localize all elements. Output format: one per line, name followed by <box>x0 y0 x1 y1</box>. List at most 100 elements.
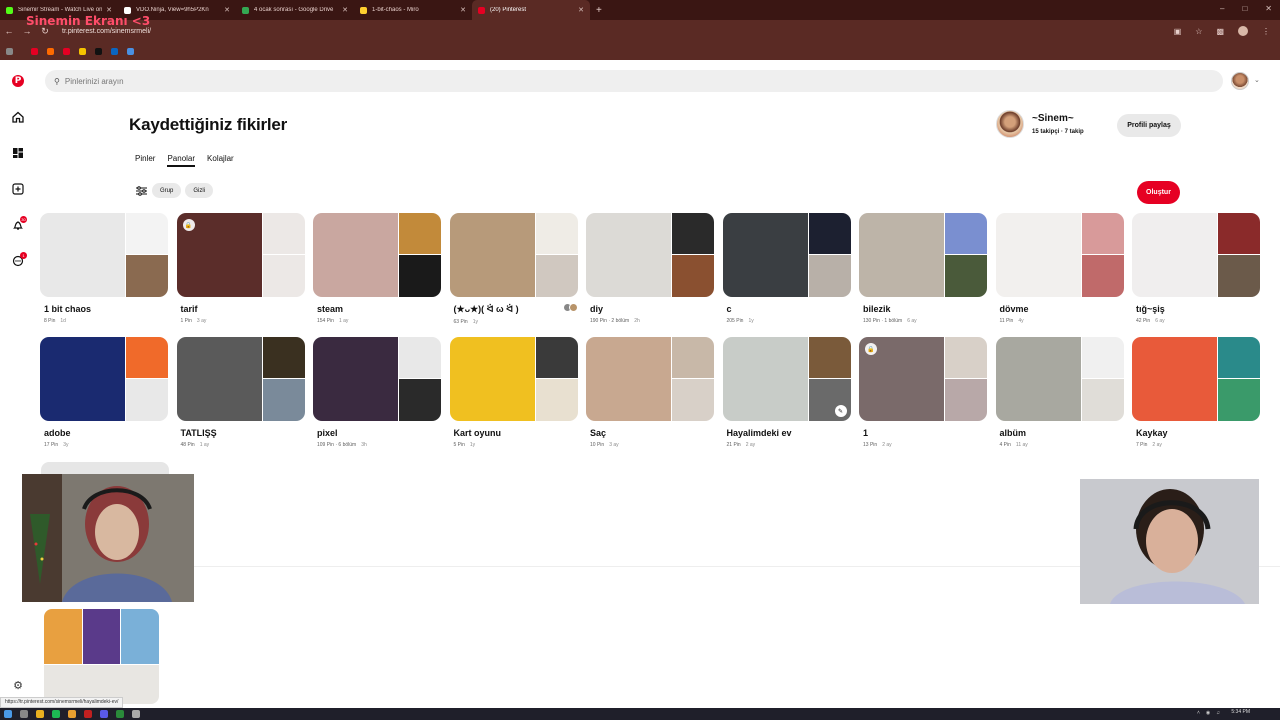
board-name[interactable]: 1 <box>859 428 987 438</box>
close-tab-icon[interactable]: ✕ <box>578 6 584 14</box>
board-card[interactable]: Kart oyunu 5 Pin 1y <box>449 337 578 448</box>
subtab-1[interactable]: Panolar <box>167 154 196 167</box>
browser-menu-icon[interactable]: ⋮ <box>1262 27 1270 36</box>
apps-icon[interactable] <box>6 47 13 55</box>
subtab-2[interactable]: Kolajlar <box>207 154 234 167</box>
discord-icon[interactable] <box>100 710 108 718</box>
board-name[interactable]: Saç <box>586 428 714 438</box>
search-input[interactable]: Pinlerinizi arayın <box>65 77 124 86</box>
bookmark-icon[interactable] <box>79 47 86 55</box>
home-nav[interactable] <box>9 108 27 126</box>
board-card[interactable]: c 205 Pin 1y <box>722 213 851 324</box>
messages-nav[interactable]: 1 <box>9 252 27 270</box>
board-name[interactable]: 1 bit chaos <box>40 304 168 314</box>
explorer-icon[interactable] <box>36 710 44 718</box>
edit-pencil-icon[interactable]: ✎ <box>834 405 847 417</box>
board-card[interactable]: TATLIŞŞ 48 Pin 1 ay <box>176 337 305 448</box>
browser-tab[interactable]: 4 ocak sonrası - Google Drive ✕ <box>236 0 354 20</box>
pinterest-logo[interactable]: P <box>9 72 27 90</box>
maximize-icon[interactable]: □ <box>1242 4 1247 13</box>
board-cover[interactable] <box>859 213 987 297</box>
close-tab-icon[interactable]: ✕ <box>224 6 230 14</box>
browser-profile-avatar[interactable] <box>1238 26 1248 36</box>
taskbar-search-icon[interactable] <box>20 710 28 718</box>
board-name[interactable]: tığ~şiş <box>1132 304 1260 314</box>
board-name[interactable]: TATLIŞŞ <box>177 428 305 438</box>
browser-taskbar-icon[interactable] <box>84 710 92 718</box>
board-cover[interactable] <box>586 337 714 421</box>
subtab-0[interactable]: Pinler <box>135 154 155 167</box>
bottom-board-cover[interactable] <box>44 609 159 704</box>
chevron-down-icon[interactable]: ⌄ <box>1254 76 1260 84</box>
board-card[interactable]: 1 bit chaos 8 Pin 1d <box>40 213 168 324</box>
close-window-icon[interactable]: ✕ <box>1265 4 1272 13</box>
board-card[interactable]: steam 154 Pin 1 ay <box>313 213 441 324</box>
filter-sliders-icon[interactable] <box>134 184 148 198</box>
board-cover[interactable] <box>313 213 441 297</box>
board-name[interactable]: dövme <box>996 304 1124 314</box>
board-cover[interactable]: 🔒 <box>859 337 987 421</box>
board-cover[interactable] <box>1132 213 1260 297</box>
board-card[interactable]: dövme 11 Pin 4y <box>995 213 1124 324</box>
close-tab-icon[interactable]: ✕ <box>460 6 466 14</box>
board-card[interactable]: Kaykay 7 Pin 2 ay <box>1132 337 1260 448</box>
profile-stats[interactable]: 15 takipçi · 7 takip <box>1032 129 1084 135</box>
url-field[interactable]: tr.pinterest.com/sinemsrmeli/ <box>62 28 1174 35</box>
board-card[interactable]: 🔒 1 13 Pin 2 ay <box>859 337 987 448</box>
board-card[interactable]: adobe 17 Pin 3y <box>40 337 168 448</box>
bookmark-icon[interactable] <box>31 47 38 55</box>
create-nav[interactable] <box>9 180 27 198</box>
app-icon[interactable] <box>116 710 124 718</box>
board-name[interactable]: bilezik <box>859 304 987 314</box>
board-name[interactable]: tarif <box>177 304 305 314</box>
board-name[interactable]: steam <box>313 304 441 314</box>
board-name[interactable]: (★ᴗ★)( ᐛ ω ᐛ ) <box>450 304 578 315</box>
board-name[interactable]: albüm <box>996 428 1124 438</box>
board-card[interactable]: ✎ Hayalimdeki ev 21 Pin 2 ay <box>722 337 851 448</box>
filter-chip-secret[interactable]: Gizli <box>185 183 214 198</box>
chevron-up-icon[interactable]: ˄ <box>1197 710 1200 716</box>
folder-icon[interactable] <box>68 710 76 718</box>
board-cover[interactable] <box>40 213 168 297</box>
volume-icon[interactable]: ♫ <box>1216 710 1220 716</box>
board-card[interactable]: diy 190 Pin · 2 bölüm 2h <box>586 213 714 324</box>
browser-tab[interactable]: (20) Pinterest ✕ <box>472 0 590 20</box>
wifi-icon[interactable]: ◉ <box>1206 710 1210 716</box>
create-button[interactable]: Oluştur <box>1137 181 1180 204</box>
notifications-nav[interactable]: 30 <box>9 216 27 234</box>
board-card[interactable]: tığ~şiş 42 Pin 6 ay <box>1132 213 1260 324</box>
bookmark-icon[interactable] <box>111 47 118 55</box>
header-avatar[interactable] <box>1231 72 1249 90</box>
board-card[interactable]: Saç 10 Pin 3 ay <box>586 337 714 448</box>
settings-gear-icon[interactable]: ⚙ <box>11 678 25 692</box>
browser-tab[interactable]: 1-bit-chaos - Miro ✕ <box>354 0 472 20</box>
profile-summary[interactable]: ~Sinem~ 15 takipçi · 7 takip <box>996 110 1084 138</box>
board-name[interactable]: c <box>723 304 851 314</box>
board-cover[interactable] <box>313 337 441 421</box>
back-icon[interactable]: ← <box>0 26 18 36</box>
close-tab-icon[interactable]: ✕ <box>342 6 348 14</box>
board-card[interactable]: albüm 4 Pin 11 ay <box>995 337 1124 448</box>
board-card[interactable]: (★ᴗ★)( ᐛ ω ᐛ ) 63 Pin 1y <box>449 213 578 325</box>
board-cover[interactable] <box>722 213 851 297</box>
extensions-icon[interactable]: ▩ <box>1216 27 1224 36</box>
bookmark-icon[interactable] <box>95 47 102 55</box>
board-name[interactable]: pixel <box>313 428 441 438</box>
profile-avatar[interactable] <box>996 110 1024 138</box>
board-card[interactable]: 🔒 tarif 1 Pin 3 ay <box>176 213 305 324</box>
new-tab-button[interactable]: + <box>596 5 602 16</box>
board-cover[interactable] <box>995 337 1124 421</box>
board-cover[interactable]: 🔒 <box>176 213 305 297</box>
bookmark-icon[interactable] <box>127 47 134 55</box>
board-name[interactable]: adobe <box>40 428 168 438</box>
board-cover[interactable] <box>449 337 578 421</box>
share-profile-button[interactable]: Profili paylaş <box>1117 114 1181 137</box>
board-name[interactable]: Kaykay <box>1132 428 1260 438</box>
start-icon[interactable] <box>4 710 12 718</box>
explore-nav[interactable] <box>9 144 27 162</box>
minimize-icon[interactable]: – <box>1220 4 1224 13</box>
board-cover[interactable] <box>449 213 578 297</box>
board-card[interactable]: pixel 109 Pin · 6 bölüm 3h <box>313 337 441 448</box>
close-tab-icon[interactable]: ✕ <box>106 6 112 14</box>
board-cover[interactable] <box>1132 337 1260 421</box>
